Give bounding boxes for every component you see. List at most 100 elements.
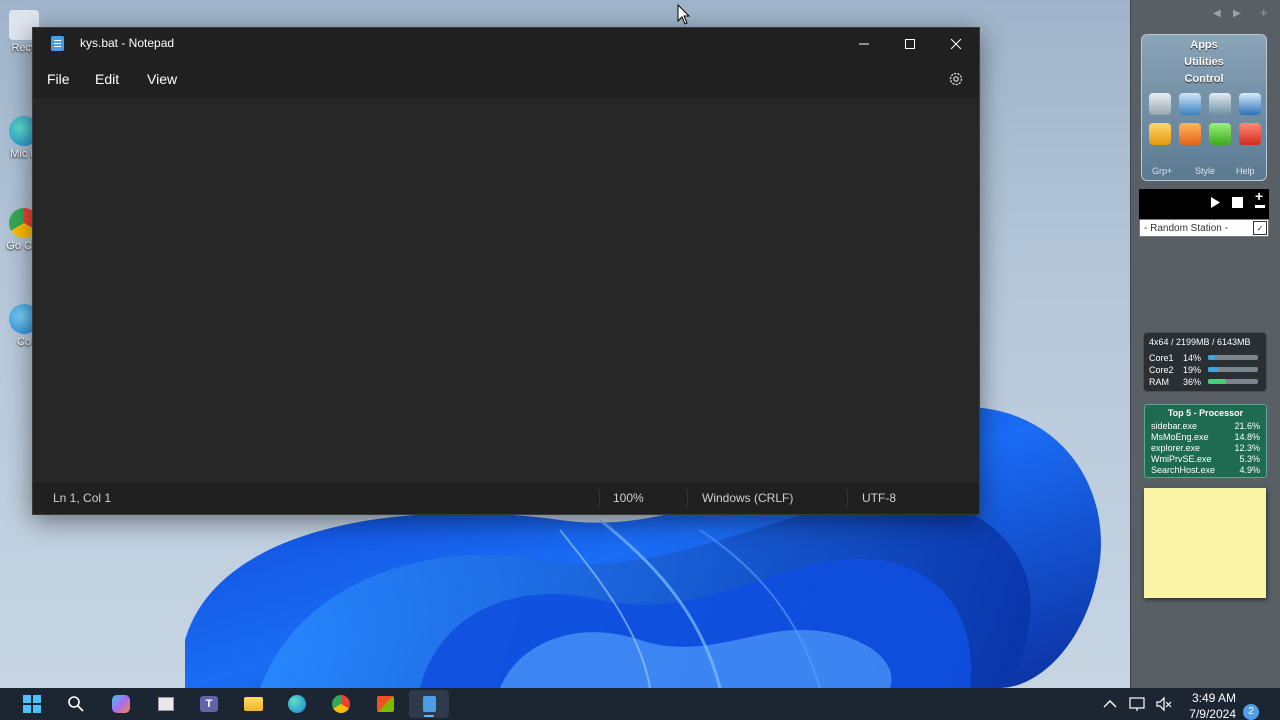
show-hidden-icons-button[interactable]	[1098, 692, 1122, 716]
edge-icon	[288, 695, 306, 713]
notification-badge[interactable]: 2	[1243, 704, 1259, 720]
network-icon	[1129, 697, 1145, 711]
mouse-cursor-icon	[677, 4, 691, 25]
notepad-window: kys.bat - Notepad File Edit View Ln 1, C…	[32, 27, 980, 515]
menu-view[interactable]: View	[147, 71, 177, 87]
window-title: kys.bat - Notepad	[80, 36, 175, 50]
start-button[interactable]	[20, 692, 44, 716]
ram-bar	[1208, 379, 1258, 384]
station-select[interactable]: - Random Station - ✓	[1139, 219, 1269, 237]
sidebar-prev-button[interactable]: ◀	[1213, 8, 1221, 19]
top5-title: Top 5 - Processor	[1167, 408, 1244, 418]
cpu-row-value: 14%	[1183, 353, 1202, 363]
stop-icon[interactable]	[1232, 197, 1243, 208]
ram-row-value: 36%	[1183, 377, 1202, 387]
ram-row-label: RAM	[1149, 377, 1169, 387]
top5-processor-gadget: Top 5 - Processor sidebar.exe 21.6% MsMo…	[1144, 404, 1267, 478]
volume-muted-icon	[1156, 696, 1172, 712]
task-view-icon	[158, 697, 174, 711]
notepad-app-icon	[51, 36, 64, 51]
process-value: 4.9%	[1239, 465, 1260, 475]
network-button[interactable]	[1126, 692, 1150, 716]
cpu-bar	[1208, 367, 1258, 372]
play-icon[interactable]	[1209, 196, 1221, 209]
menu-bar: File Edit View	[33, 60, 979, 98]
cpu-row-label: Core2	[1149, 365, 1174, 375]
recycle-bin-icon[interactable]	[1149, 93, 1171, 115]
encoding: UTF-8	[862, 491, 896, 505]
cpu-bar-fill	[1208, 367, 1218, 372]
settings-button[interactable]	[947, 70, 965, 88]
lock-icon[interactable]	[1149, 123, 1171, 145]
computer-icon[interactable]	[1209, 93, 1231, 115]
store-icon	[376, 696, 394, 712]
shutdown-icon[interactable]	[1239, 123, 1261, 145]
process-name: WmiPrvSE.exe	[1151, 454, 1212, 464]
copilot-icon	[112, 695, 130, 713]
radio-gadget: + - Random Station - ✓	[1139, 189, 1269, 237]
close-button[interactable]	[933, 28, 979, 60]
process-value: 14.8%	[1234, 432, 1260, 442]
search-button[interactable]	[64, 692, 88, 716]
drive-icon[interactable]	[1179, 93, 1201, 115]
clock[interactable]: 3:49 AM 7/9/2024	[1180, 691, 1236, 720]
text-editor-area[interactable]	[33, 98, 979, 483]
edge-button[interactable]	[285, 692, 309, 716]
copilot-button[interactable]	[109, 692, 133, 716]
station-label: - Random Station -	[1144, 223, 1228, 234]
apps-title[interactable]: Apps	[1142, 39, 1266, 51]
cpu-row-value: 19%	[1183, 365, 1202, 375]
group-add-button[interactable]: Grp+	[1152, 166, 1172, 176]
process-name: explorer.exe	[1151, 443, 1201, 453]
process-name: MsMoEng.exe	[1151, 432, 1209, 442]
ram-bar-fill	[1208, 379, 1226, 384]
volume-up-icon[interactable]: +	[1255, 189, 1263, 203]
sticky-note[interactable]	[1144, 488, 1266, 598]
gadget-sidebar: ◀ ▶ + Apps Utilities Control Grp+ Style …	[1130, 0, 1280, 688]
sidebar-next-button[interactable]: ▶	[1233, 8, 1241, 19]
power-icon[interactable]	[1179, 123, 1201, 145]
status-divider	[599, 489, 600, 507]
title-bar[interactable]: kys.bat - Notepad	[33, 28, 979, 60]
help-button[interactable]: Help	[1236, 166, 1255, 176]
clock-date: 7/9/2024	[1189, 707, 1236, 720]
process-name: SearchHost.exe	[1151, 465, 1216, 475]
chrome-button[interactable]	[329, 692, 353, 716]
store-button[interactable]	[373, 692, 397, 716]
status-bar: Ln 1, Col 1 100% Windows (CRLF) UTF-8	[33, 481, 979, 514]
status-divider	[687, 489, 688, 507]
process-value: 12.3%	[1234, 443, 1260, 453]
zoom-level: 100%	[613, 491, 644, 505]
sidebar-add-button[interactable]: +	[1260, 5, 1268, 20]
cpu-bar	[1208, 355, 1258, 360]
volume-down-icon[interactable]	[1255, 205, 1265, 208]
chevron-up-icon	[1103, 700, 1117, 708]
notepad-icon	[422, 696, 436, 712]
chevron-down-icon: ✓	[1253, 221, 1267, 235]
maximize-button[interactable]	[887, 28, 933, 60]
apps-gadget: Apps Utilities Control Grp+ Style Help	[1141, 34, 1267, 181]
process-name: sidebar.exe	[1151, 421, 1198, 431]
maximize-icon	[905, 39, 915, 49]
cursor-position: Ln 1, Col 1	[53, 491, 112, 505]
process-value: 5.3%	[1239, 454, 1260, 464]
clock-time: 3:49 AM	[1191, 691, 1236, 705]
chrome-icon	[332, 695, 350, 713]
restart-icon[interactable]	[1209, 123, 1231, 145]
control-title[interactable]: Control	[1142, 73, 1266, 85]
file-explorer-button[interactable]	[241, 692, 265, 716]
menu-file[interactable]: File	[47, 71, 70, 87]
cpu-bar-fill	[1208, 355, 1215, 360]
notepad-taskbar-button[interactable]	[417, 692, 441, 716]
cpu-header: 4x64 / 2199MB / 6143MB	[1149, 337, 1251, 347]
utilities-title[interactable]: Utilities	[1142, 56, 1266, 68]
menu-edit[interactable]: Edit	[95, 71, 119, 87]
teams-icon: T	[200, 696, 218, 712]
task-view-button[interactable]	[154, 692, 178, 716]
line-ending: Windows (CRLF)	[702, 491, 794, 505]
minimize-button[interactable]	[841, 28, 887, 60]
volume-button[interactable]	[1152, 692, 1176, 716]
teams-button[interactable]: T	[197, 692, 221, 716]
laptop-icon[interactable]	[1239, 93, 1261, 115]
style-button[interactable]: Style	[1195, 166, 1215, 176]
